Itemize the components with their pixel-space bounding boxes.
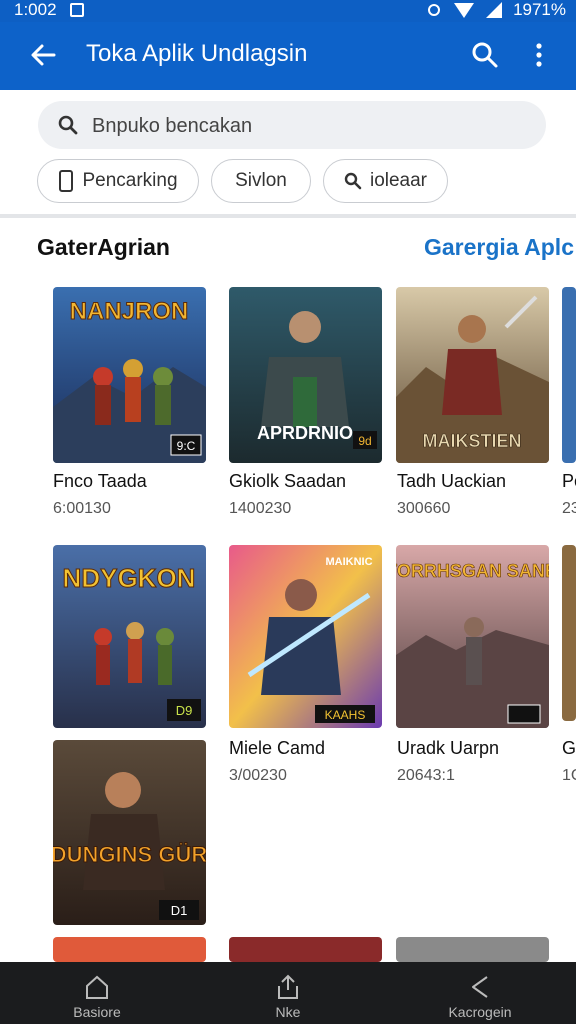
chip-pencarking[interactable]: Pencarking <box>37 159 199 203</box>
home-icon <box>86 975 108 999</box>
share-icon <box>278 974 298 999</box>
game-downloads: 1C <box>562 767 576 784</box>
svg-text:TORRHSGAN SANB: TORRHSGAN SANB <box>396 561 549 581</box>
divider <box>0 214 576 218</box>
game-card-1[interactable]: NANJRON 9:C <box>53 287 206 463</box>
game-title: Miele Camd <box>229 738 326 758</box>
battery-level: 1971% <box>513 0 566 19</box>
phone-icon <box>59 170 74 192</box>
svg-text:KAAHS: KAAHS <box>325 708 366 722</box>
game-cover-art: NDYGKON D9 <box>53 545 206 728</box>
svg-text:NDYGKON: NDYGKON <box>63 563 196 593</box>
game-card-8-partial[interactable] <box>562 545 576 721</box>
status-bar: 1:002 1971% <box>0 0 576 22</box>
nav-back[interactable]: Kacrogein <box>440 962 520 1024</box>
game-downloads: 1400230 <box>229 500 292 517</box>
game-card-partial[interactable] <box>229 937 382 962</box>
bottom-nav-bar: Basiore Nke Kacrogein <box>0 962 576 1024</box>
game-card-9[interactable]: DUNGINS GÜR D1 <box>53 740 206 925</box>
game-cover-art: MAIKNIC KAAHS <box>229 545 382 728</box>
svg-text:D9: D9 <box>176 703 193 718</box>
game-downloads: 3/00230 <box>229 767 287 784</box>
game-card-4-partial[interactable] <box>562 287 576 463</box>
page-title: Toka Aplik Undlagsin <box>86 40 308 67</box>
search-bar[interactable] <box>38 101 546 149</box>
game-cover-art: APRDRNIO 9d <box>229 287 382 463</box>
wifi-icon <box>454 3 475 18</box>
chip-sivlon[interactable]: Sivlon <box>211 159 311 203</box>
back-triangle-icon <box>472 976 488 998</box>
game-card-partial[interactable] <box>53 937 206 962</box>
arrow-back-icon[interactable] <box>28 40 58 70</box>
svg-text:MAIKNIC: MAIKNIC <box>325 556 372 568</box>
game-card-partial[interactable] <box>396 937 549 962</box>
nav-home[interactable]: Basiore <box>62 962 132 1024</box>
notification-icon <box>70 3 84 17</box>
section-see-all-link[interactable]: Garergia Aplc a <box>424 234 576 261</box>
svg-text:APRDRNIO: APRDRNIO <box>257 423 353 443</box>
signal-icon <box>486 2 503 18</box>
svg-text:NANJRON: NANJRON <box>70 298 189 325</box>
game-cover-art: MAIKSTIEN <box>396 287 549 463</box>
svg-text:9d: 9d <box>358 434 371 448</box>
game-card-5[interactable]: NDYGKON D9 <box>53 545 206 728</box>
nav-label: Nke <box>275 1004 301 1020</box>
search-icon[interactable] <box>470 40 500 70</box>
game-title: Uradk Uarpn <box>397 738 500 758</box>
chip-label: Pencarking <box>82 170 178 191</box>
svg-text:D1: D1 <box>171 903 188 918</box>
chip-label: Sivlon <box>235 170 287 191</box>
game-card-7[interactable]: TORRHSGAN SANB <box>396 545 549 728</box>
status-icons: 1971% <box>425 0 566 20</box>
game-card-6[interactable]: MAIKNIC KAAHS <box>229 545 382 728</box>
game-card-2[interactable]: APRDRNIO 9d <box>229 287 382 463</box>
game-downloads: 300660 <box>397 500 451 517</box>
nav-share[interactable]: Nke <box>253 962 323 1024</box>
game-downloads: 20643:1 <box>397 767 455 784</box>
sync-icon <box>428 4 441 16</box>
search-icon <box>58 115 78 135</box>
game-downloads: 6:00130 <box>53 500 111 517</box>
section-title: GaterAgrian <box>37 234 170 260</box>
nav-label: Kacrogein <box>448 1004 512 1020</box>
game-title: Fnco Taada <box>53 471 147 491</box>
game-cover-art: NANJRON 9:C <box>53 287 206 463</box>
game-title: Tadh Uackian <box>397 471 507 491</box>
game-title: Gkiolk Saadan <box>229 471 347 491</box>
game-card-3[interactable]: MAIKSTIEN <box>396 287 549 463</box>
svg-text:9:C: 9:C <box>177 439 196 453</box>
search-input[interactable] <box>90 111 524 141</box>
game-cover-art: DUNGINS GÜR D1 <box>53 740 206 925</box>
nav-label: Basiore <box>73 1004 121 1020</box>
chip-ioleaar[interactable]: ioleaar <box>323 159 448 203</box>
search-icon <box>344 172 362 190</box>
chip-label: ioleaar <box>369 170 428 191</box>
game-title: Gc <box>562 738 576 758</box>
status-time: 1:002 <box>14 0 57 19</box>
game-title: Pc <box>562 471 576 491</box>
app-bar: Toka Aplik Undlagsin <box>0 22 576 90</box>
more-vert-icon[interactable] <box>524 40 554 70</box>
svg-text:MAIKSTIEN: MAIKSTIEN <box>423 431 522 451</box>
svg-text:DUNGINS GÜR: DUNGINS GÜR <box>53 842 206 867</box>
game-cover-art: TORRHSGAN SANB <box>396 545 549 728</box>
game-downloads: 23 <box>562 500 576 517</box>
